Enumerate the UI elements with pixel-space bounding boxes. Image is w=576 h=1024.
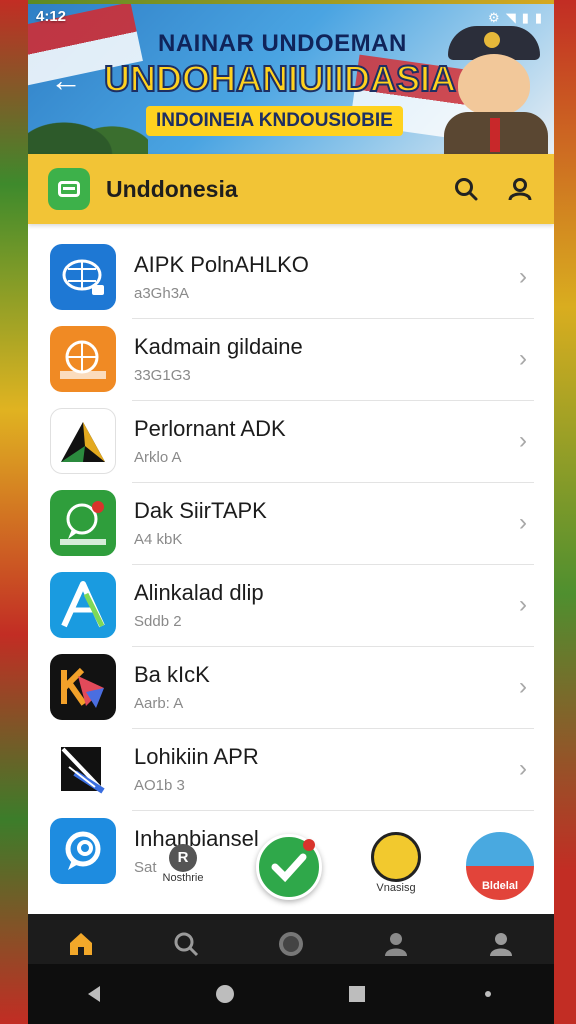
shortcut-label: Bldelal — [481, 880, 519, 892]
chevron-right-icon: › — [519, 427, 527, 454]
app-list: AIPK PolnAHLKO a3Gh3A › Kadmain gildaine 3… — [28, 236, 554, 892]
system-navigation — [28, 964, 554, 1024]
shortcut-label: Nosthrie — [162, 872, 204, 884]
app-icon-globe — [50, 326, 116, 392]
status-icons: ⚙ ◥ ▮ ▮ — [488, 10, 542, 26]
shortcut-nosthrie[interactable]: R Nosthrie — [158, 844, 208, 884]
app-icon-triangle — [50, 408, 116, 474]
list-item[interactable]: Dak SiirTAPK A4 kbK › — [28, 482, 554, 564]
battery-icon: ▮ — [534, 10, 542, 25]
banner-line-3: INDOINEIA KNDOUSIOBIE — [146, 106, 403, 136]
chevron-right-icon: › — [519, 673, 527, 700]
app-name: Ba kIcK — [134, 662, 210, 688]
app-subtitle: Aarb: A — [134, 694, 184, 712]
app-name: Lohikiin APR — [134, 744, 259, 770]
list-item[interactable]: Ba kIcK Aarb: A › — [28, 646, 554, 728]
chevron-right-icon: › — [519, 591, 527, 618]
dot-icon — [468, 974, 508, 1014]
home-icon[interactable] — [61, 924, 101, 964]
app-subtitle: 33G1G3 — [134, 366, 191, 384]
search-icon[interactable] — [166, 924, 206, 964]
promo-banner[interactable]: 4:12 ⚙ ◥ ▮ ▮ ← NAINAR UNDOEMAN UNDOHANIU… — [28, 4, 554, 154]
settings-icon: ⚙ — [488, 10, 500, 25]
background-left-edge — [0, 0, 28, 1024]
app-icon-link — [50, 244, 116, 310]
shortcut-check[interactable] — [254, 834, 324, 900]
floating-shortcuts: R Nosthrie Vnasisg Bldelal — [158, 824, 554, 920]
wifi-icon: ◥ — [505, 10, 516, 25]
banner-line-2: UNDOHANIUIIDASIA — [103, 57, 457, 100]
app-icon-slash — [50, 736, 116, 802]
palm-decoration — [28, 99, 148, 154]
list-item[interactable]: Perlornant ADK Arklo A › — [28, 400, 554, 482]
app-icon-letter-a — [50, 572, 116, 638]
app-name: AIPK PolnAHLKO — [134, 252, 309, 278]
app-subtitle: a3Gh3A — [134, 284, 190, 302]
app-name: Kadmain gildaine — [134, 334, 303, 360]
record-icon[interactable] — [271, 924, 311, 964]
signal-icon: ▮ — [521, 10, 529, 25]
officer-mascot-image — [440, 26, 548, 154]
list-item[interactable]: Lohikiin APR AO1b 3 › — [28, 728, 554, 810]
chevron-right-icon: › — [519, 345, 527, 372]
app-subtitle: A4 kbK — [134, 530, 183, 548]
yellow-badge-icon — [371, 832, 421, 882]
shortcut-label: Vnasisg — [376, 882, 416, 894]
person-icon[interactable] — [376, 924, 416, 964]
status-time: 4:12 — [36, 8, 67, 25]
back-triangle-icon[interactable] — [74, 974, 114, 1014]
chevron-right-icon: › — [519, 755, 527, 782]
phone-screen: 4:12 ⚙ ◥ ▮ ▮ ← NAINAR UNDOEMAN UNDOHANIU… — [28, 4, 554, 1024]
app-logo-icon — [48, 168, 90, 210]
app-subtitle: Arklo A — [134, 448, 182, 466]
recents-square-icon[interactable] — [337, 974, 377, 1014]
app-icon-chat — [50, 490, 116, 556]
app-subtitle: Sddb 2 — [134, 612, 182, 630]
app-header: Unddonesia — [28, 154, 554, 224]
list-item[interactable]: Alinkalad dlip Sddb 2 › — [28, 564, 554, 646]
banner-line-1: NAINAR UNDOEMAN — [158, 30, 407, 57]
profile-icon[interactable] — [500, 169, 540, 209]
shortcut-bldelal[interactable]: Bldelal — [460, 830, 540, 902]
chevron-right-icon: › — [519, 509, 527, 536]
shortcut-vnasisg[interactable]: Vnasisg — [366, 832, 426, 894]
app-subtitle: AO1b 3 — [134, 776, 185, 794]
header-title: Unddonesia — [106, 175, 238, 202]
account-icon[interactable] — [481, 924, 521, 964]
app-icon-k-arrow — [50, 654, 116, 720]
chevron-right-icon: › — [519, 263, 527, 290]
list-item[interactable]: AIPK PolnAHLKO a3Gh3A › — [28, 236, 554, 318]
shortcut-r-icon: R — [169, 844, 197, 872]
search-icon[interactable] — [446, 169, 486, 209]
background-right-edge — [554, 0, 576, 1024]
app-icon-chat-ring — [50, 818, 116, 884]
check-badge-icon — [256, 834, 322, 900]
home-circle-icon[interactable] — [205, 974, 245, 1014]
list-item[interactable]: Kadmain gildaine 33G1G3 › — [28, 318, 554, 400]
app-name: Perlornant ADK — [134, 416, 286, 442]
back-arrow-icon[interactable]: ← — [50, 64, 82, 96]
app-name: Alinkalad dlip — [134, 580, 264, 606]
app-name: Dak SiirTAPK — [134, 498, 267, 524]
